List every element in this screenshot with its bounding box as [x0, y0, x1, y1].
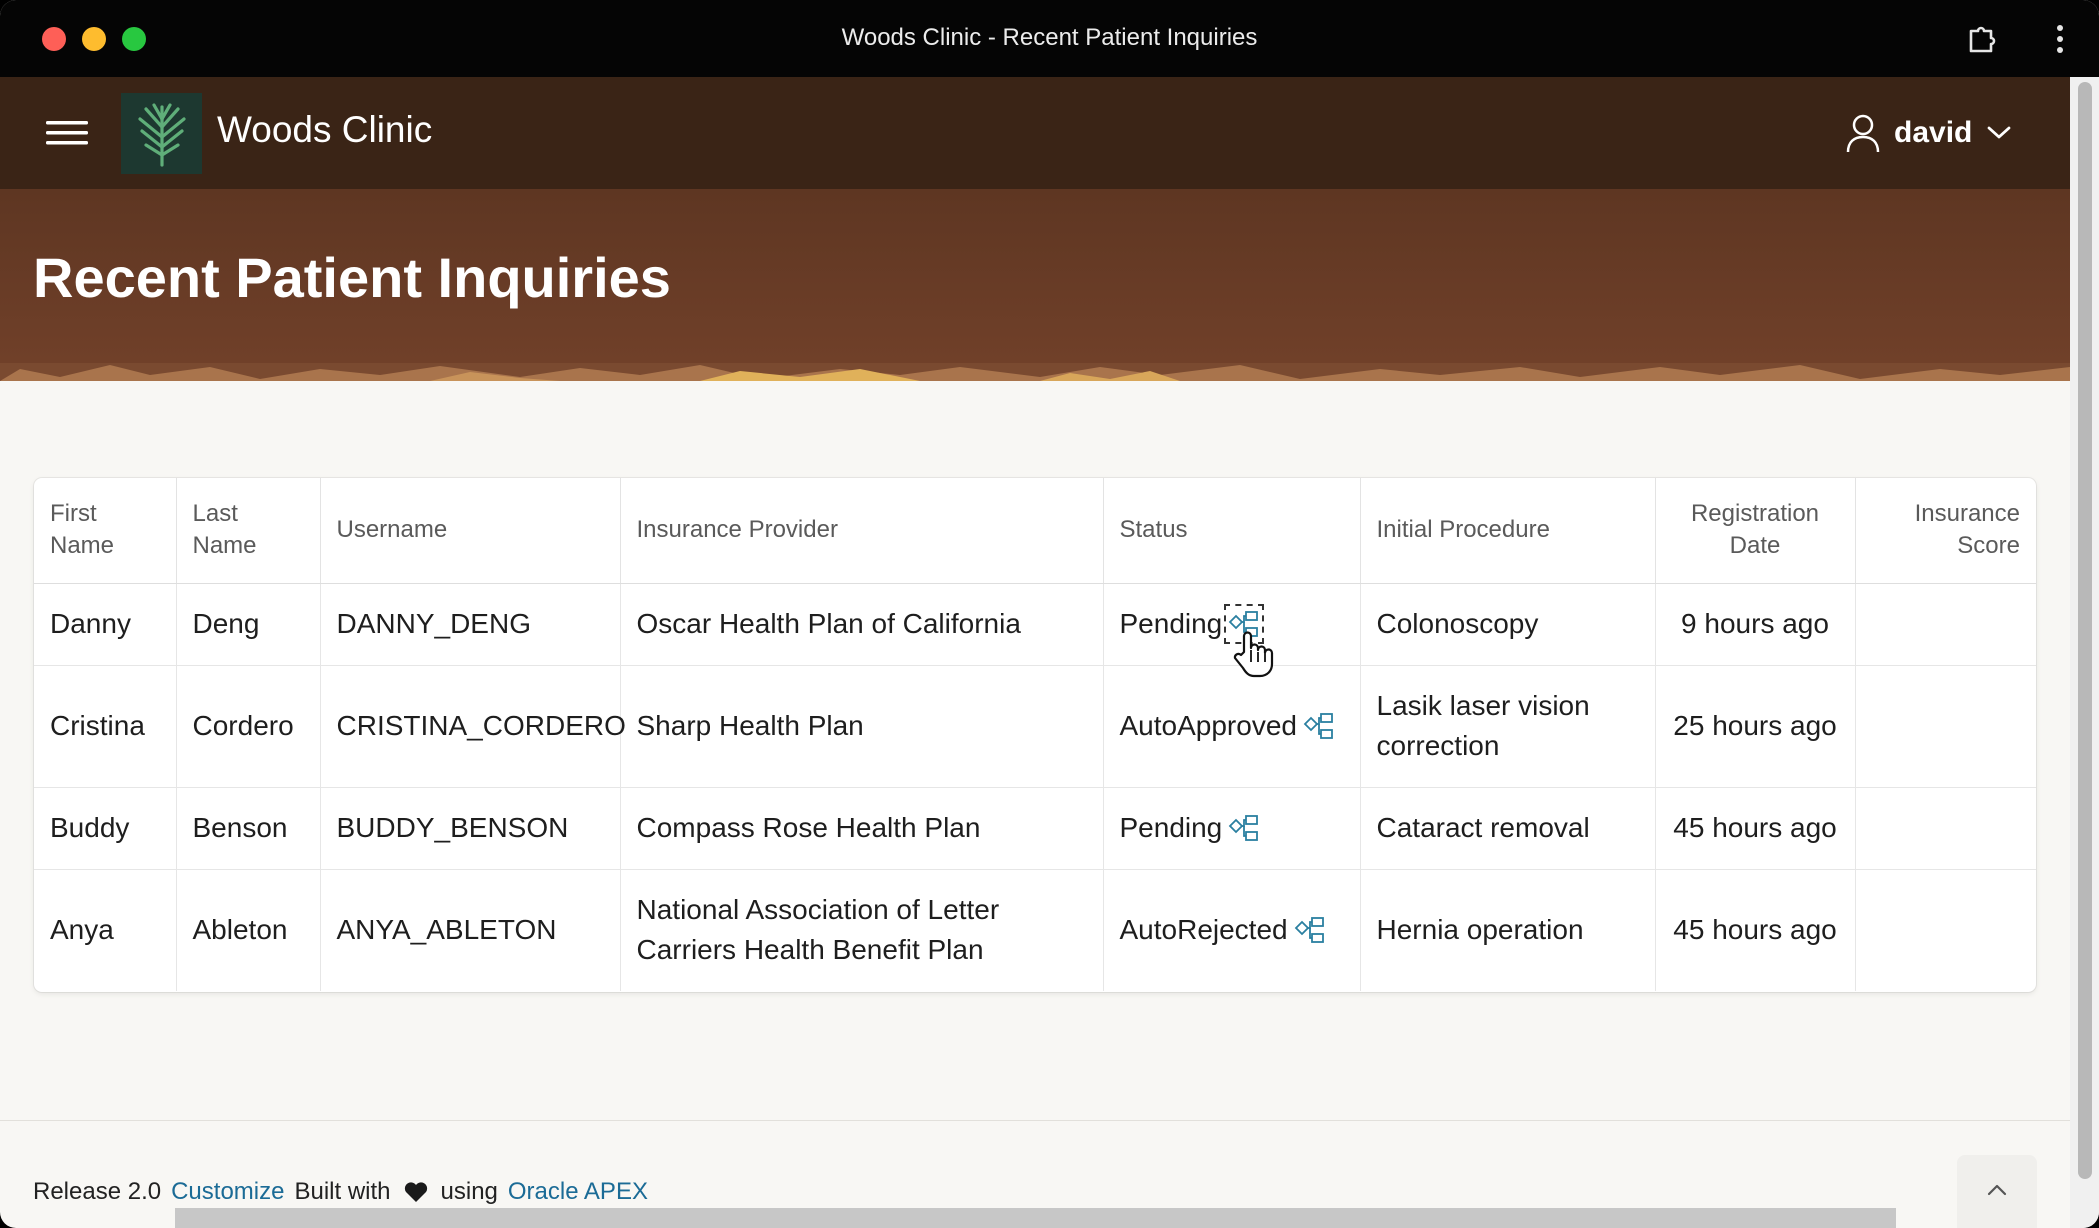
cell-insurance-provider: Oscar Health Plan of California: [620, 583, 1104, 666]
footer: Release 2.0 Customize Built with using O…: [33, 1178, 648, 1206]
built-with-label: Built with: [294, 1178, 391, 1205]
cell-username: ANYA_ABLETON: [320, 869, 621, 991]
cell-insurance-provider: National Association of Letter Carriers …: [620, 869, 1104, 991]
horizontal-scrollbar[interactable]: [175, 1208, 1896, 1228]
content-area: First Name Last Name Username Insurance …: [0, 381, 2070, 1121]
decorative-pattern: [0, 363, 2070, 381]
page-title: Recent Patient Inquiries: [33, 246, 671, 309]
column-header-insurance-provider[interactable]: Insurance Provider: [620, 478, 1104, 584]
workflow-icon[interactable]: [1294, 914, 1326, 946]
cell-first-name: Danny: [34, 583, 177, 666]
cell-status: AutoApproved: [1103, 665, 1361, 788]
cell-username: DANNY_DENG: [320, 583, 621, 666]
column-header-insurance-score[interactable]: Insurance Score: [1855, 478, 2036, 584]
cell-insurance-provider: Compass Rose Health Plan: [620, 787, 1104, 870]
oracle-apex-link[interactable]: Oracle APEX: [508, 1178, 648, 1206]
column-header-initial-procedure[interactable]: Initial Procedure: [1360, 478, 1656, 584]
kebab-icon[interactable]: [2050, 22, 2070, 56]
workflow-icon[interactable]: [1228, 812, 1260, 844]
cell-last-name: Cordero: [176, 665, 321, 788]
using-label: using: [440, 1178, 498, 1205]
username-label: david: [1894, 116, 1973, 149]
customize-link[interactable]: Customize: [171, 1178, 284, 1206]
cell-initial-procedure: Hernia operation: [1360, 869, 1656, 991]
table-row: Buddy Benson BUDDY_BENSON Compass Rose H…: [34, 787, 2036, 870]
column-header-registration-date[interactable]: Registration Date: [1655, 478, 1856, 584]
release-label: Release 2.0: [33, 1178, 162, 1205]
cell-insurance-score: [1855, 787, 2036, 870]
status-label: AutoRejected: [1119, 914, 1288, 946]
cell-initial-procedure: Lasik laser vision correction: [1360, 665, 1656, 788]
chevron-up-icon: [1987, 1184, 2007, 1196]
status-label: Pending: [1119, 812, 1223, 843]
heart-icon: [404, 1182, 427, 1202]
cell-insurance-score: [1855, 665, 2036, 788]
cell-username: CRISTINA_CORDERO: [320, 665, 626, 788]
table-row: Anya Ableton ANYA_ABLETON National Assoc…: [34, 869, 2036, 991]
cell-initial-procedure: Cataract removal: [1360, 787, 1656, 870]
hand-pointer-cursor-icon: [1233, 631, 1274, 678]
brand-name[interactable]: Woods Clinic: [217, 109, 432, 151]
cell-insurance-score: [1855, 583, 2036, 666]
cell-registration-date: 45 hours ago: [1655, 869, 1856, 991]
cell-registration-date: 25 hours ago: [1655, 665, 1856, 788]
vertical-scrollbar-thumb[interactable]: [2078, 82, 2092, 1179]
cell-registration-date: 45 hours ago: [1655, 787, 1856, 870]
cell-insurance-provider: Sharp Health Plan: [620, 665, 1104, 788]
workflow-icon[interactable]: [1303, 710, 1335, 742]
cell-username: BUDDY_BENSON: [320, 787, 621, 870]
inquiries-report: First Name Last Name Username Insurance …: [34, 478, 2036, 992]
cell-first-name: Buddy: [34, 787, 177, 870]
chevron-down-icon: [1987, 126, 2011, 139]
cell-first-name: Cristina: [34, 665, 177, 788]
table-row: Danny Deng DANNY_DENG Oscar Health Plan …: [34, 583, 2036, 666]
column-header-first-name[interactable]: First Name: [34, 478, 177, 584]
cell-registration-date: 9 hours ago: [1655, 583, 1856, 666]
column-header-username[interactable]: Username: [320, 478, 621, 584]
browser-window: Woods Clinic - Recent Patient Inquiries: [0, 0, 2099, 1228]
cell-first-name: Anya: [34, 869, 177, 991]
cell-status: Pending: [1103, 787, 1361, 870]
cell-last-name: Deng: [176, 583, 321, 666]
window-title: Woods Clinic - Recent Patient Inquiries: [841, 24, 1258, 51]
scroll-to-top-button[interactable]: [1957, 1155, 2037, 1228]
table-row: Cristina Cordero CRISTINA_CORDERO Sharp …: [34, 665, 2036, 788]
user-menu[interactable]: david: [1846, 111, 2012, 155]
status-label: Pending: [1119, 608, 1223, 639]
footer-divider: [0, 1120, 2070, 1121]
menu-icon[interactable]: [46, 117, 90, 149]
app-header: Woods Clinic david: [0, 77, 2070, 189]
cell-last-name: Benson: [176, 787, 321, 870]
table-header-row: First Name Last Name Username Insurance …: [34, 478, 2036, 584]
inquiries-table: First Name Last Name Username Insurance …: [34, 478, 2036, 991]
title-bar: Woods Clinic - Recent Patient Inquiries: [0, 0, 2099, 77]
cell-last-name: Ableton: [176, 869, 321, 991]
cell-initial-procedure: Colonoscopy: [1360, 583, 1656, 666]
status-label: AutoApproved: [1119, 710, 1297, 741]
user-icon: [1846, 114, 1880, 153]
tree-logo-icon[interactable]: [121, 93, 202, 174]
column-header-status[interactable]: Status: [1103, 478, 1361, 584]
hero-banner: Recent Patient Inquiries: [0, 189, 2070, 381]
cell-status: AutoRejected: [1103, 869, 1361, 991]
column-header-last-name[interactable]: Last Name: [176, 478, 321, 584]
extension-icon[interactable]: [1966, 22, 2000, 56]
cell-insurance-score: [1855, 869, 2036, 991]
